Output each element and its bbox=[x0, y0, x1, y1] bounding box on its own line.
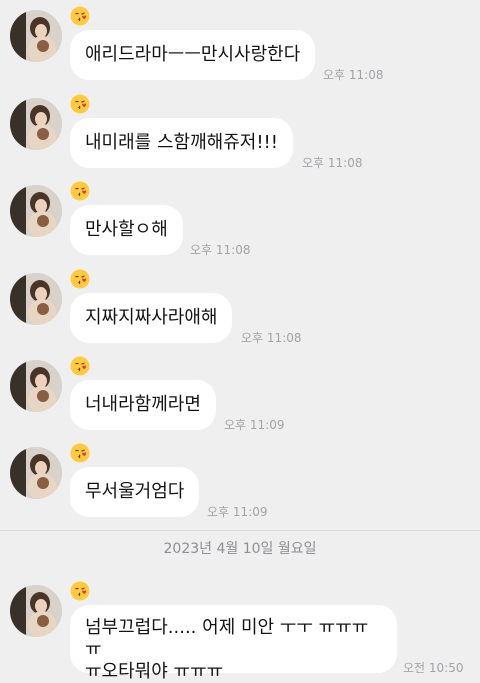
message-bubble[interactable]: 지짜지짜사라애해 bbox=[70, 293, 233, 343]
message-row: 너내라함께라면 오후 11:09 bbox=[0, 350, 480, 436]
avatar[interactable] bbox=[10, 10, 62, 62]
message-bubble[interactable]: 내미래를 스함깨해쥬저!!! bbox=[70, 118, 293, 168]
message-bubble[interactable]: 애리드라마ㅡㅡ만시사랑한다 bbox=[70, 30, 316, 80]
message-row: 내미래를 스함깨해쥬저!!! 오후 11:08 bbox=[0, 88, 480, 174]
avatar[interactable] bbox=[10, 273, 62, 325]
message-timestamp: 오후 11:09 bbox=[224, 418, 285, 432]
message-row: 무서울거엄다 오후 11:09 bbox=[0, 437, 480, 523]
message-line: 넘부끄럽다..... 어제 미안 ㅜㅜ ㅠㅠㅠㅠ bbox=[85, 617, 369, 660]
message-bubble[interactable]: 만사할ㅇ해 bbox=[70, 205, 183, 255]
message-bubble[interactable]: 넘부끄럽다..... 어제 미안 ㅜㅜ ㅠㅠㅠㅠ ㅠ오타뭐야 ㅠㅠㅠ bbox=[70, 605, 397, 682]
kissing-face-emoji-icon bbox=[70, 443, 90, 463]
avatar[interactable] bbox=[10, 360, 62, 412]
date-divider: 2023년 4월 10일 월요일 bbox=[163, 541, 317, 557]
message-row: 만사할ㅇ해 오후 11:08 bbox=[0, 175, 480, 261]
chat-view: 애리드라마ㅡㅡ만시사랑한다 오후 11:08 내미래를 스함깨해쥬저!!! 오후… bbox=[0, 0, 480, 682]
message-row: 넘부끄럽다..... 어제 미안 ㅜㅜ ㅠㅠㅠㅠ ㅠ오타뭐야 ㅠㅠㅠ 오전 10… bbox=[0, 575, 480, 682]
message-timestamp: 오후 11:08 bbox=[241, 331, 302, 345]
profile-photo-icon bbox=[10, 273, 62, 325]
message-row: 애리드라마ㅡㅡ만시사랑한다 오후 11:08 bbox=[0, 0, 480, 86]
profile-photo-icon bbox=[10, 360, 62, 412]
message-timestamp: 오후 11:09 bbox=[207, 505, 268, 519]
profile-photo-icon bbox=[10, 98, 62, 150]
profile-photo-icon bbox=[10, 585, 62, 637]
message-row: 지짜지짜사라애해 오후 11:08 bbox=[0, 263, 480, 349]
profile-photo-icon bbox=[10, 447, 62, 499]
kissing-face-emoji-icon bbox=[70, 181, 90, 201]
avatar[interactable] bbox=[10, 185, 62, 237]
kissing-face-emoji-icon bbox=[70, 269, 90, 289]
date-divider-line bbox=[0, 530, 480, 531]
kissing-face-emoji-icon bbox=[70, 356, 90, 376]
message-bubble[interactable]: 무서울거엄다 bbox=[70, 467, 200, 517]
message-timestamp: 오전 10:50 bbox=[403, 661, 464, 675]
message-timestamp: 오후 11:08 bbox=[190, 243, 251, 257]
kissing-face-emoji-icon bbox=[70, 581, 90, 601]
message-timestamp: 오후 11:08 bbox=[323, 68, 384, 82]
message-line: ㅠ오타뭐야 ㅠㅠㅠ bbox=[85, 661, 224, 682]
avatar[interactable] bbox=[10, 585, 62, 637]
avatar[interactable] bbox=[10, 98, 62, 150]
message-bubble[interactable]: 너내라함께라면 bbox=[70, 380, 216, 430]
message-timestamp: 오후 11:08 bbox=[302, 156, 363, 170]
profile-photo-icon bbox=[10, 185, 62, 237]
kissing-face-emoji-icon bbox=[70, 94, 90, 114]
profile-photo-icon bbox=[10, 10, 62, 62]
kissing-face-emoji-icon bbox=[70, 6, 90, 26]
avatar[interactable] bbox=[10, 447, 62, 499]
